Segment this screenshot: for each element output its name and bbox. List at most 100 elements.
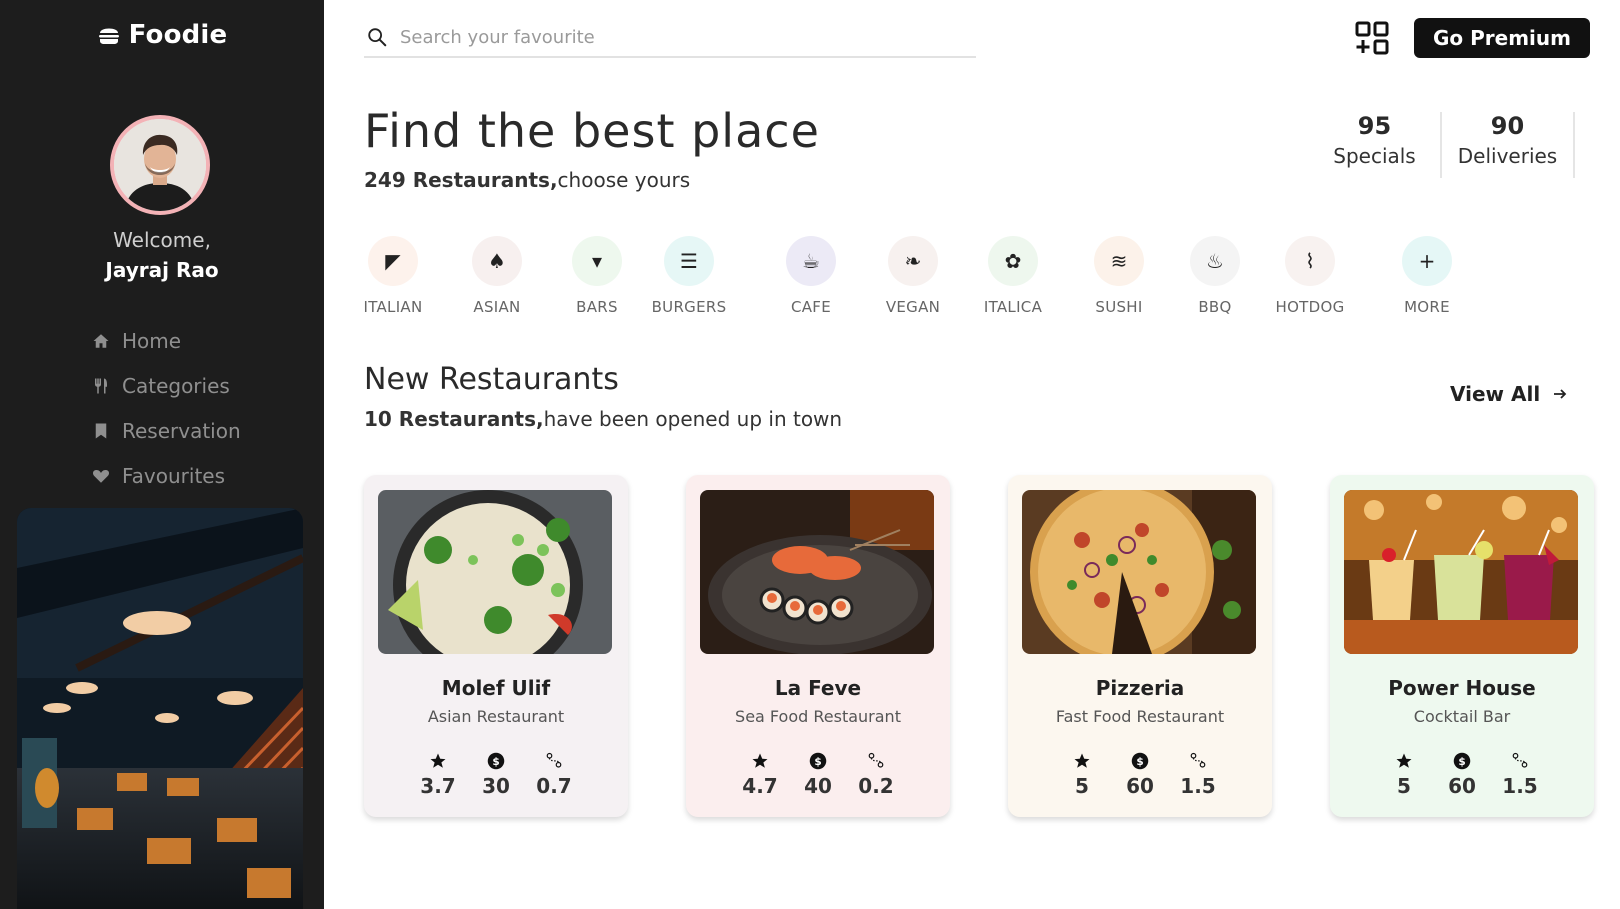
search-icon	[368, 28, 387, 47]
category-asian[interactable]: ♠ ASIAN	[462, 236, 532, 316]
price: $60	[1444, 752, 1480, 798]
price-value: 60	[1448, 774, 1476, 798]
sidebar-item-reservation[interactable]: Reservation	[92, 408, 241, 453]
user-name: Jayraj Rao	[105, 258, 219, 282]
restaurant-name: La Feve	[774, 676, 862, 700]
distance-value: 0.2	[858, 774, 894, 798]
price-value: 60	[1126, 774, 1154, 798]
category-glyph: +	[1418, 249, 1436, 273]
category-bbq[interactable]: ♨ BBQ	[1180, 236, 1250, 316]
fork-knife-icon	[95, 378, 107, 393]
sidebar-item-label: Home	[122, 328, 182, 353]
grid-menu-button[interactable]	[1354, 20, 1390, 56]
category-glyph: ♠	[488, 249, 506, 273]
dollar-icon: $	[1453, 752, 1471, 770]
category-icon: +	[1402, 236, 1452, 286]
restaurant-card-power-house[interactable]: Power House Cocktail Bar 5 $60 1.5	[1330, 475, 1594, 817]
burger-logo-icon	[98, 28, 119, 44]
sidebar-item-label: Reservation	[122, 418, 241, 443]
category-label: SUSHI	[1095, 298, 1143, 316]
heart-icon	[92, 469, 110, 483]
sidebar: Foodie Welcome, Jayraj Rao Home Categori…	[0, 0, 324, 909]
category-glyph: ≋	[1110, 249, 1128, 273]
sidebar-item-label: Favourites	[122, 463, 226, 488]
category-icon: ♨	[1190, 236, 1240, 286]
route-icon	[1512, 752, 1528, 768]
category-label: ITALIAN	[363, 298, 423, 316]
sidebar-item-favourites[interactable]: Favourites	[92, 453, 241, 498]
stat-label: Deliveries	[1457, 144, 1558, 168]
restaurant-photo	[1022, 490, 1256, 654]
category-icon: ≋	[1094, 236, 1144, 286]
category-vegan[interactable]: ❧ VEGAN	[878, 236, 948, 316]
home-icon	[93, 333, 109, 348]
category-hotdog[interactable]: ⌇ HOTDOG	[1275, 236, 1345, 316]
restaurant-name: Molef Ulif	[441, 676, 551, 700]
restaurant-count-text: choose yours	[557, 168, 691, 192]
restaurant-card-la-feve[interactable]: La Feve Sea Food Restaurant 4.7 $40 0.2	[686, 475, 950, 817]
category-more[interactable]: + MORE	[1392, 236, 1462, 316]
category-icon: ▾	[572, 236, 622, 286]
route-icon	[868, 752, 884, 768]
restaurant-metrics: 3.7 $30 0.7	[364, 752, 628, 798]
category-cafe[interactable]: ☕ CAFE	[776, 236, 846, 316]
avatar[interactable]	[110, 115, 210, 215]
new-count-number: 10 Restaurants,	[364, 407, 544, 431]
category-icon: ☰	[664, 236, 714, 286]
rating: 4.7	[742, 752, 778, 798]
bookmark-icon	[95, 423, 107, 438]
view-all-label: View All	[1450, 382, 1541, 406]
svg-text:$: $	[1136, 756, 1143, 768]
rating-value: 5	[1397, 774, 1411, 798]
go-premium-button[interactable]: Go Premium	[1414, 18, 1590, 58]
section-title: New Restaurants	[364, 362, 619, 397]
restaurant-type: Sea Food Restaurant	[735, 707, 901, 726]
category-italian[interactable]: ◤ ITALIAN	[358, 236, 428, 316]
dollar-icon: $	[1131, 752, 1149, 770]
search-input[interactable]	[400, 26, 960, 48]
dollar-icon: $	[487, 752, 505, 770]
sidebar-item-categories[interactable]: Categories	[92, 363, 241, 408]
restaurant-card-pizzeria[interactable]: Pizzeria Fast Food Restaurant 5 $60 1.5	[1008, 475, 1272, 817]
view-all-link[interactable]: View All	[1450, 382, 1568, 406]
grid-plus-icon	[1355, 21, 1389, 55]
dollar-icon: $	[809, 752, 827, 770]
category-burgers[interactable]: ☰ BURGERS	[652, 236, 726, 316]
price: $30	[478, 752, 514, 798]
sidebar-item-home[interactable]: Home	[92, 318, 241, 363]
category-sushi[interactable]: ≋ SUSHI	[1084, 236, 1154, 316]
sidebar-item-label: Categories	[122, 373, 230, 398]
route-icon	[546, 752, 562, 768]
restaurant-name: Pizzeria	[1095, 676, 1185, 700]
star-icon	[1396, 753, 1412, 768]
restaurant-cards: Molef Ulif Asian Restaurant 3.7 $30 0.7 La Fe…	[364, 475, 1594, 817]
category-glyph: ✿	[1004, 249, 1022, 273]
price: $40	[800, 752, 836, 798]
stat-specials[interactable]: 95 Specials	[1309, 112, 1442, 178]
category-icon: ♠	[472, 236, 522, 286]
star-icon	[1074, 753, 1090, 768]
price: $60	[1122, 752, 1158, 798]
star-icon	[752, 753, 768, 768]
stat-deliveries[interactable]: 90 Deliveries	[1442, 112, 1575, 178]
restaurant-metrics: 5 $60 1.5	[1008, 752, 1272, 798]
distance-value: 1.5	[1180, 774, 1216, 798]
restaurant-card-molef-ulif[interactable]: Molef Ulif Asian Restaurant 3.7 $30 0.7	[364, 475, 628, 817]
restaurant-type: Fast Food Restaurant	[1055, 707, 1225, 726]
stat-value: 95	[1357, 112, 1392, 140]
category-glyph: ◤	[385, 249, 401, 273]
category-label: CAFE	[790, 298, 832, 316]
brand[interactable]: Foodie	[0, 20, 324, 50]
category-italica[interactable]: ✿ ITALICA	[978, 236, 1048, 316]
category-glyph: ☰	[680, 249, 698, 273]
avatar-image	[114, 119, 206, 211]
rating-value: 5	[1075, 774, 1089, 798]
category-label: MORE	[1404, 298, 1450, 316]
rating: 3.7	[420, 752, 456, 798]
category-label: ASIAN	[473, 298, 521, 316]
category-glyph: ☕	[802, 249, 820, 273]
svg-text:$: $	[492, 756, 499, 768]
rating-value: 3.7	[420, 774, 456, 798]
category-bars[interactable]: ▾ BARS	[562, 236, 632, 316]
restaurant-count-number: 249 Restaurants,	[364, 168, 558, 192]
